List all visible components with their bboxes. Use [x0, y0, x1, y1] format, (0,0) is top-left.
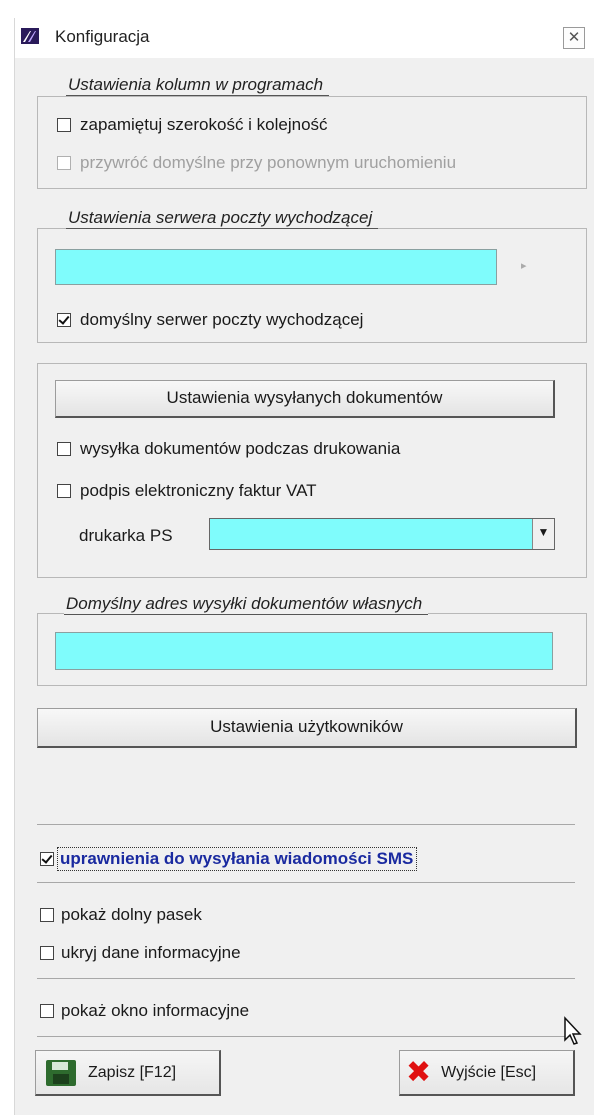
- mail-server-arrow-icon[interactable]: ▸: [521, 259, 527, 272]
- show-bottom-bar-option[interactable]: pokaż dolny pasek: [40, 905, 202, 925]
- exit-button[interactable]: ✖ Wyjście [Esc]: [399, 1050, 575, 1096]
- hide-info-data-checkbox[interactable]: [40, 946, 54, 960]
- default-mail-server-option[interactable]: domyślny serwer poczty wychodzącej: [57, 310, 363, 330]
- sms-permission-option[interactable]: uprawnienia do wysyłania wiadomości SMS: [40, 847, 418, 871]
- sms-permission-checkbox[interactable]: [40, 852, 54, 866]
- send-on-print-label: wysyłka dokumentów podczas drukowania: [80, 439, 401, 458]
- default-address-input[interactable]: [55, 632, 553, 670]
- close-button[interactable]: ✕: [563, 27, 585, 49]
- mouse-cursor-icon: [564, 1016, 582, 1045]
- default-address-legend: Domyślny adres wysyłki dokumentów własny…: [64, 594, 429, 615]
- remember-columns-checkbox[interactable]: [57, 118, 71, 132]
- default-mail-server-checkbox[interactable]: [57, 313, 71, 327]
- configuration-dialog: Konfiguracja ✕ Ustawienia kolumn w progr…: [14, 18, 594, 1115]
- separator: [37, 978, 575, 979]
- send-on-print-option[interactable]: wysyłka dokumentów podczas drukowania: [57, 439, 400, 459]
- dropdown-arrow-icon[interactable]: ▼: [532, 519, 554, 549]
- separator: [37, 1036, 575, 1037]
- show-info-window-checkbox[interactable]: [40, 1004, 54, 1018]
- columns-settings-legend: Ustawienia kolumn w programach: [66, 75, 330, 96]
- exit-button-label: Wyjście [Esc]: [441, 1063, 537, 1081]
- ps-printer-label: drukarka PS: [79, 526, 173, 545]
- show-bottom-bar-label: pokaż dolny pasek: [61, 905, 202, 924]
- default-mail-server-label: domyślny serwer poczty wychodzącej: [80, 310, 364, 329]
- show-info-window-option[interactable]: pokaż okno informacyjne: [40, 1001, 249, 1021]
- send-on-print-checkbox[interactable]: [57, 442, 71, 456]
- restore-defaults-checkbox: [57, 156, 71, 170]
- save-button[interactable]: Zapisz [F12]: [35, 1050, 221, 1096]
- restore-defaults-label: przywróć domyślne przy ponownym uruchomi…: [80, 153, 457, 172]
- mail-server-input[interactable]: [55, 249, 497, 285]
- hide-info-data-label: ukryj dane informacyjne: [61, 943, 241, 962]
- columns-settings-group: [37, 96, 587, 189]
- restore-defaults-option: przywróć domyślne przy ponownym uruchomi…: [57, 153, 456, 173]
- remember-columns-label: zapamiętuj szerokość i kolejność: [80, 115, 328, 134]
- ps-printer-select[interactable]: ▼: [209, 518, 555, 550]
- e-signature-checkbox[interactable]: [57, 484, 71, 498]
- show-info-window-label: pokaż okno informacyjne: [61, 1001, 250, 1020]
- remember-columns-option[interactable]: zapamiętuj szerokość i kolejność: [57, 115, 328, 135]
- app-logo-icon: [21, 28, 39, 44]
- title-bar[interactable]: Konfiguracja ✕: [15, 18, 594, 58]
- e-signature-label: podpis elektroniczny faktur VAT: [80, 481, 317, 500]
- show-bottom-bar-checkbox[interactable]: [40, 908, 54, 922]
- sent-documents-settings-button[interactable]: Ustawienia wysyłanych dokumentów: [55, 380, 555, 418]
- hide-info-data-option[interactable]: ukryj dane informacyjne: [40, 943, 241, 963]
- floppy-disk-icon: [46, 1059, 76, 1086]
- mail-server-legend: Ustawienia serwera poczty wychodzącej: [66, 208, 379, 229]
- sms-permission-label: uprawnienia do wysyłania wiadomości SMS: [57, 847, 418, 871]
- user-settings-button[interactable]: Ustawienia użytkowników: [37, 708, 577, 748]
- separator: [37, 824, 575, 825]
- window-title: Konfiguracja: [55, 27, 150, 46]
- save-button-label: Zapisz [F12]: [88, 1063, 177, 1081]
- e-signature-option[interactable]: podpis elektroniczny faktur VAT: [57, 481, 317, 501]
- red-x-icon: ✖: [406, 1055, 432, 1089]
- separator: [37, 882, 575, 883]
